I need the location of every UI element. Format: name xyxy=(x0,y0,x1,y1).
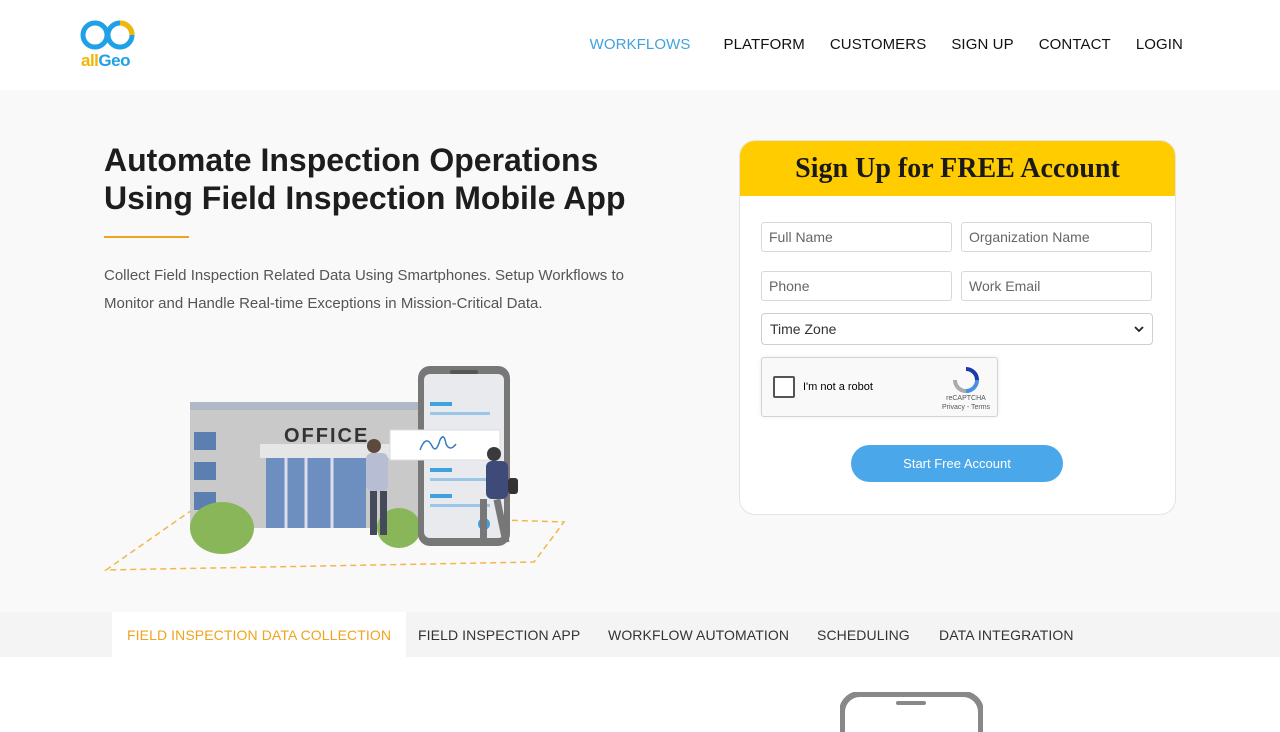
hero-section: Automate Inspection Operations Using Fie… xyxy=(0,90,1280,612)
logo-wordmark[interactable]: allGeo xyxy=(81,51,130,71)
nav-platform[interactable]: PLATFORM xyxy=(724,36,805,53)
time-zone-value: Time Zone xyxy=(770,321,837,337)
start-free-account-button[interactable]: Start Free Account xyxy=(851,445,1063,482)
full-name-input[interactable] xyxy=(761,222,952,252)
office-inspection-illustration: OFFICE xyxy=(104,366,566,571)
tab-workflow-automation[interactable]: WORKFLOW AUTOMATION xyxy=(608,612,789,657)
chevron-down-icon xyxy=(1134,326,1144,333)
recaptcha-logo-icon xyxy=(953,367,979,393)
site-header: allGeo WORKFLOWS PLATFORM CUSTOMERS SIGN… xyxy=(0,0,1280,90)
title-divider xyxy=(104,236,189,238)
office-sign-text: OFFICE xyxy=(284,425,369,447)
work-email-input[interactable] xyxy=(961,271,1152,301)
signup-title: Sign Up for FREE Account xyxy=(795,152,1120,184)
recaptcha-checkbox[interactable] xyxy=(773,376,795,398)
tab-data-integration[interactable]: DATA INTEGRATION xyxy=(939,612,1074,657)
nav-workflows[interactable]: WORKFLOWS xyxy=(590,36,691,53)
nav-contact[interactable]: CONTACT xyxy=(1039,36,1111,53)
page-title: Automate Inspection Operations Using Fie… xyxy=(104,142,626,216)
feature-tabs: FIELD INSPECTION DATA COLLECTION FIELD I… xyxy=(0,612,1280,657)
recaptcha-brand: reCAPTCHA Privacy - Terms xyxy=(938,394,994,412)
phone-input[interactable] xyxy=(761,271,952,301)
nav-sign-up[interactable]: SIGN UP xyxy=(951,36,1013,53)
organization-name-input[interactable] xyxy=(961,222,1152,252)
main-nav: WORKFLOWS PLATFORM CUSTOMERS SIGN UP CON… xyxy=(565,36,1183,53)
time-zone-select[interactable]: Time Zone xyxy=(761,313,1153,345)
tab-field-inspection-app[interactable]: FIELD INSPECTION APP xyxy=(418,612,580,657)
signup-card: Sign Up for FREE Account Time Zone I'm n… xyxy=(739,140,1176,515)
tab-scheduling[interactable]: SCHEDULING xyxy=(817,612,910,657)
phone-preview-icon xyxy=(840,692,983,732)
nav-login[interactable]: LOGIN xyxy=(1136,36,1183,53)
tab-field-inspection-data-collection[interactable]: FIELD INSPECTION DATA COLLECTION xyxy=(112,612,407,657)
recaptcha-label: I'm not a robot xyxy=(803,381,873,393)
recaptcha-widget: I'm not a robot reCAPTCHA Privacy - Term… xyxy=(761,357,998,417)
nav-customers[interactable]: CUSTOMERS xyxy=(830,36,926,53)
hero-description: Collect Field Inspection Related Data Us… xyxy=(104,267,624,312)
recaptcha-links[interactable]: Privacy - Terms xyxy=(938,403,994,412)
signup-card-header: Sign Up for FREE Account xyxy=(740,141,1175,196)
